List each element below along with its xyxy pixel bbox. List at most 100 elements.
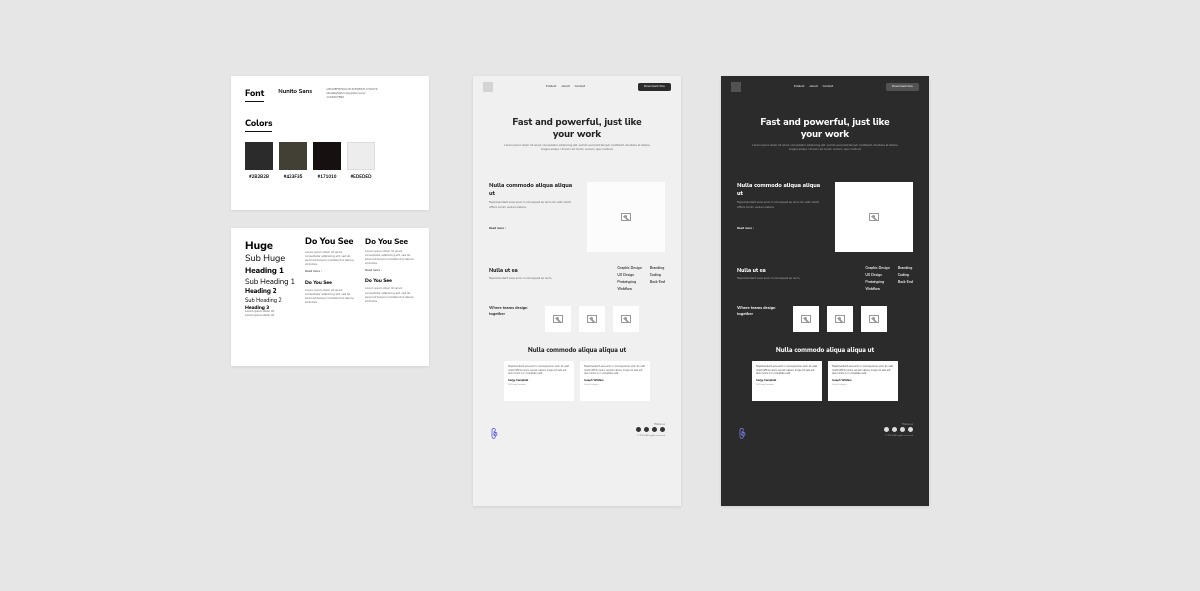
team-card-3 <box>613 306 639 332</box>
swatch-2: #423F35 <box>279 142 307 180</box>
testimonials-row: Reprehenderit esse enim in consequat eu … <box>737 361 913 401</box>
type-sub-heading-1: Sub Heading 1 <box>245 276 295 287</box>
feature-para: Reprehenderit esse enim in consequat eu … <box>489 201 577 209</box>
font-specimen: ABCDEFGHIJKLMNOPQRSTUVWXYZ abcdefghijklm… <box>326 88 377 101</box>
footer: Follow us © 2020 All rights reserved <box>473 415 681 445</box>
feature-row: Nulla commodo aliqua aliqua ut Reprehend… <box>737 182 913 252</box>
dys-subhead-large: Do You See <box>305 279 355 286</box>
team-card-1 <box>545 306 571 332</box>
image-icon <box>801 315 811 323</box>
type-sub-heading-2: Sub Heading 2 <box>245 296 295 304</box>
image-icon <box>869 213 879 221</box>
feature-link[interactable]: Read more › <box>489 227 506 231</box>
image-icon <box>621 213 631 221</box>
dys-para2-small: Lorem ipsum dolor sit amet, consectetur … <box>365 287 415 304</box>
services-title: Nulla ut ea <box>737 266 855 274</box>
testimonials-title: Nulla commodo aliqua aliqua ut <box>489 346 665 355</box>
dys-para-large: Lorem ipsum dolor sit amet, consectetur … <box>305 251 355 268</box>
font-name: Nunito Sans <box>278 88 312 96</box>
teams-row: Where teams design together <box>737 306 913 332</box>
testimonial-card-1: Reprehenderit esse enim in consequat eu … <box>504 361 574 401</box>
mockup-light: Product About Contact Download Now Fast … <box>473 76 681 506</box>
mockup-dark: Product About Contact Download Now Fast … <box>721 76 929 506</box>
service-graphic-design: Graphic Design <box>617 266 641 271</box>
social-icon[interactable] <box>644 427 649 432</box>
nav-product[interactable]: Product <box>794 85 804 89</box>
nav-about[interactable]: About <box>809 85 817 89</box>
feature-title: Nulla commodo aliqua aliqua ut <box>737 182 825 198</box>
dys-title-small: Do You See <box>365 238 415 247</box>
nav-product[interactable]: Product <box>546 85 556 89</box>
service-prototyping: Prototyping <box>865 280 889 285</box>
typography-card: Huge Sub Huge Heading 1 Sub Heading 1 He… <box>231 228 429 366</box>
services-para: Reprehenderit esse enim in consequat eu … <box>489 277 607 281</box>
hero-title: Fast and powerful, just like your work <box>502 116 652 140</box>
service-webflow: Webflow <box>617 287 641 292</box>
services-title: Nulla ut ea <box>489 266 607 274</box>
service-prototyping: Prototyping <box>617 280 641 285</box>
social-icons <box>636 427 665 432</box>
service-branding: Branding <box>898 266 913 271</box>
dys-link-large: Read more › <box>305 271 355 275</box>
type-caption-2: Lorem ipsum dolor sit <box>245 315 295 319</box>
hero-title: Fast and powerful, just like your work <box>750 116 900 140</box>
feature-title: Nulla commodo aliqua aliqua ut <box>489 182 577 198</box>
service-ux-design: UX Design <box>617 273 641 278</box>
dys-link-small: Read more › <box>365 270 415 274</box>
feature-para: Reprehenderit esse enim in consequat eu … <box>737 201 825 209</box>
feature-link[interactable]: Read more › <box>737 227 754 231</box>
swatch-4: #EDEDED <box>347 142 375 180</box>
font-section-title: Font <box>245 88 264 102</box>
service-graphic-design: Graphic Design <box>865 266 889 271</box>
service-backend: Back-End <box>650 280 665 285</box>
dys-subhead-small: Do You See <box>365 277 415 284</box>
services-para: Reprehenderit esse enim in consequat eu … <box>737 277 855 281</box>
type-heading-1: Heading 1 <box>245 265 295 276</box>
service-coding: Coding <box>898 273 913 278</box>
image-icon <box>869 315 879 323</box>
colors-section-title: Colors <box>245 118 272 132</box>
social-icon[interactable] <box>892 427 897 432</box>
styleguide-card: Font Nunito Sans ABCDEFGHIJKLMNOPQRSTUVW… <box>231 76 429 210</box>
image-icon <box>835 315 845 323</box>
social-icon[interactable] <box>884 427 889 432</box>
nav-about[interactable]: About <box>561 85 569 89</box>
image-icon <box>621 315 631 323</box>
teams-row: Where teams design together <box>489 306 665 332</box>
logo-placeholder <box>731 82 741 92</box>
dys-para-small: Lorem ipsum dolor sit amet, consectetur … <box>365 250 415 267</box>
testimonial-card-1: Reprehenderit esse enim in consequat eu … <box>752 361 822 401</box>
type-huge: Huge <box>245 238 295 253</box>
feature-image-placeholder <box>835 182 913 252</box>
service-ux-design: UX Design <box>865 273 889 278</box>
social-icon[interactable] <box>636 427 641 432</box>
download-button[interactable]: Download Now <box>638 83 671 91</box>
type-heading-2: Heading 2 <box>245 287 295 296</box>
service-backend: Back-End <box>898 280 913 285</box>
social-icon[interactable] <box>900 427 905 432</box>
service-coding: Coding <box>650 273 665 278</box>
design-overview-canvas: Font Nunito Sans ABCDEFGHIJKLMNOPQRSTUVW… <box>0 0 1200 591</box>
nav-contact[interactable]: Contact <box>823 85 833 89</box>
nav-contact[interactable]: Contact <box>575 85 585 89</box>
services-list: Graphic Design UX Design Prototyping Web… <box>617 266 665 292</box>
color-swatches: #2B2B2B #423F35 #171010 #EDEDED <box>245 142 415 180</box>
team-card-3 <box>861 306 887 332</box>
hero-subtitle: Lorem ipsum dolor sit amet, consectetur … <box>750 144 900 152</box>
footer-copyright: © 2020 All rights reserved <box>636 434 665 437</box>
testimonial-card-2: Reprehenderit esse enim in consequat eu … <box>828 361 898 401</box>
nav-links: Product About Contact <box>794 85 833 89</box>
type-sample-large: Do You See Lorem ipsum dolor sit amet, c… <box>305 238 355 319</box>
social-icon[interactable] <box>908 427 913 432</box>
social-icon[interactable] <box>660 427 665 432</box>
social-icon[interactable] <box>652 427 657 432</box>
feature-image-placeholder <box>587 182 665 252</box>
services-list: Graphic Design UX Design Prototyping Web… <box>865 266 913 292</box>
download-button[interactable]: Download Now <box>886 83 919 91</box>
team-card-2 <box>827 306 853 332</box>
topbar: Product About Contact Download Now <box>473 76 681 98</box>
logo-placeholder <box>483 82 493 92</box>
testimonials-title: Nulla commodo aliqua aliqua ut <box>737 346 913 355</box>
team-card-1 <box>793 306 819 332</box>
teams-title: Where teams design together <box>737 306 785 316</box>
